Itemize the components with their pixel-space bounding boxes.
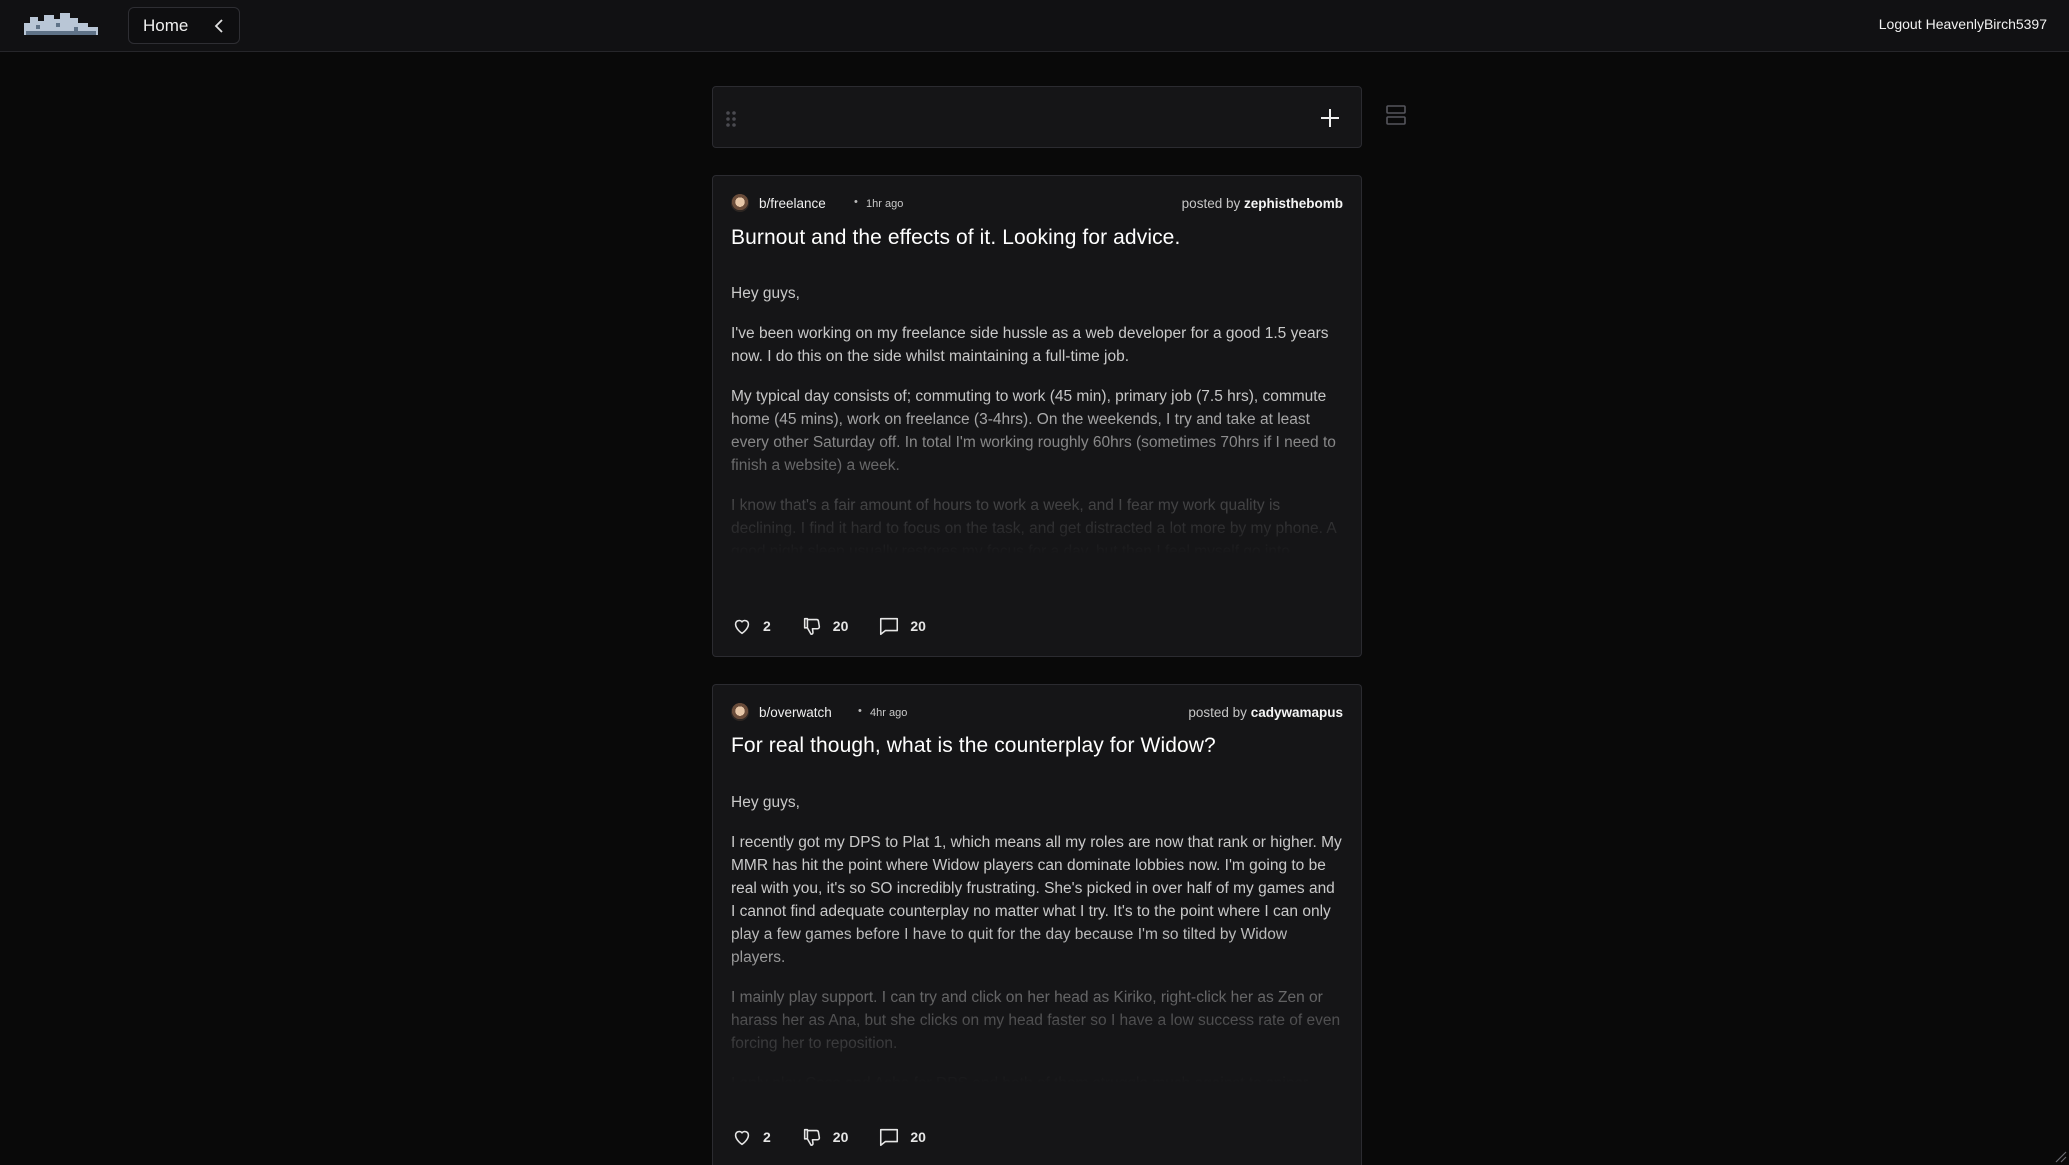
like-count: 2 — [763, 1129, 771, 1145]
home-nav-button[interactable]: Home — [128, 7, 240, 44]
cloud-logo-icon[interactable] — [22, 9, 102, 39]
resize-grip-icon[interactable] — [2055, 1151, 2067, 1163]
dislike-button[interactable]: 20 — [801, 1126, 849, 1148]
post-actions: 2 20 20 — [731, 614, 956, 638]
dislike-button[interactable]: 20 — [801, 615, 849, 637]
comment-icon — [880, 617, 899, 636]
heart-icon — [734, 1130, 750, 1146]
body-paragraph: Hey guys, — [731, 285, 800, 302]
body-paragraph: Hey guys, — [731, 794, 800, 811]
username: HeavenlyBirch5397 — [1925, 16, 2047, 32]
posted-by-label: posted by — [1181, 196, 1241, 211]
author-link[interactable]: zephisthebomb — [1244, 196, 1343, 211]
byline: posted by zephisthebomb — [1182, 196, 1343, 211]
author-link[interactable]: cadywamapus — [1251, 705, 1343, 720]
post-card[interactable]: b/freelance • 1hr ago posted by zephisth… — [712, 175, 1362, 657]
post-body: Hey guys, I recently got my DPS to Plat … — [731, 791, 1343, 1083]
comment-count: 20 — [910, 1129, 926, 1145]
chevron-left-icon[interactable] — [213, 19, 225, 33]
post-title[interactable]: For real though, what is the counterplay… — [731, 734, 1343, 758]
community-link[interactable]: b/freelance — [759, 196, 826, 211]
post-header: b/overwatch • 4hr ago posted by cadywama… — [731, 703, 1343, 723]
body-paragraph: I've been working on my freelance side h… — [731, 325, 1329, 365]
post-actions: 2 20 20 — [731, 1125, 956, 1149]
layout-rows-icon[interactable] — [1385, 104, 1407, 126]
post-card[interactable]: b/overwatch • 4hr ago posted by cadywama… — [712, 684, 1362, 1165]
byline: posted by cadywamapus — [1188, 705, 1343, 720]
separator-dot: • — [858, 705, 862, 717]
body-paragraph: I mainly play support. I can try and cli… — [731, 989, 1341, 1052]
home-nav-label: Home — [143, 15, 189, 35]
logout-area: Logout HeavenlyBirch5397 — [1879, 16, 2047, 32]
body-paragraph: I know that's a fair amount of hours to … — [731, 497, 1336, 554]
body-paragraph: My typical day consists of; commuting to… — [731, 388, 1336, 474]
community-link[interactable]: b/overwatch — [759, 705, 832, 720]
dislike-count: 20 — [832, 618, 849, 634]
post-body: Hey guys, I've been working on my freela… — [731, 282, 1343, 554]
drag-handle-icon[interactable] — [725, 110, 737, 128]
plus-icon[interactable] — [1319, 107, 1341, 129]
like-button[interactable]: 2 — [731, 1126, 771, 1148]
post-header: b/freelance • 1hr ago posted by zephisth… — [731, 194, 1343, 214]
logout-link[interactable]: Logout — [1879, 16, 1922, 32]
heart-icon — [734, 619, 750, 635]
comment-button[interactable]: 20 — [878, 615, 926, 637]
like-count: 2 — [763, 618, 771, 634]
thumbs-down-icon — [803, 617, 820, 636]
body-paragraph: I recently got my DPS to Plat 1, which m… — [731, 834, 1342, 966]
thumbs-down-icon — [803, 1128, 820, 1147]
post-time: 1hr ago — [866, 198, 904, 210]
comment-button[interactable]: 20 — [878, 1126, 926, 1148]
dislike-count: 20 — [832, 1129, 849, 1145]
post-title[interactable]: Burnout and the effects of it. Looking f… — [731, 226, 1343, 250]
community-avatar[interactable] — [731, 703, 749, 721]
body-paragraph: I only play Cass and Ashe for DPS and bo… — [731, 1072, 1343, 1083]
post-composer[interactable] — [712, 86, 1362, 148]
separator-dot: • — [854, 196, 858, 208]
comment-count: 20 — [910, 618, 926, 634]
top-bar: Home Logout HeavenlyBirch5397 — [0, 0, 2069, 52]
community-avatar[interactable] — [731, 194, 749, 212]
post-time: 4hr ago — [870, 707, 908, 719]
posted-by-label: posted by — [1188, 705, 1247, 720]
like-button[interactable]: 2 — [731, 615, 771, 637]
comment-icon — [880, 1128, 899, 1147]
